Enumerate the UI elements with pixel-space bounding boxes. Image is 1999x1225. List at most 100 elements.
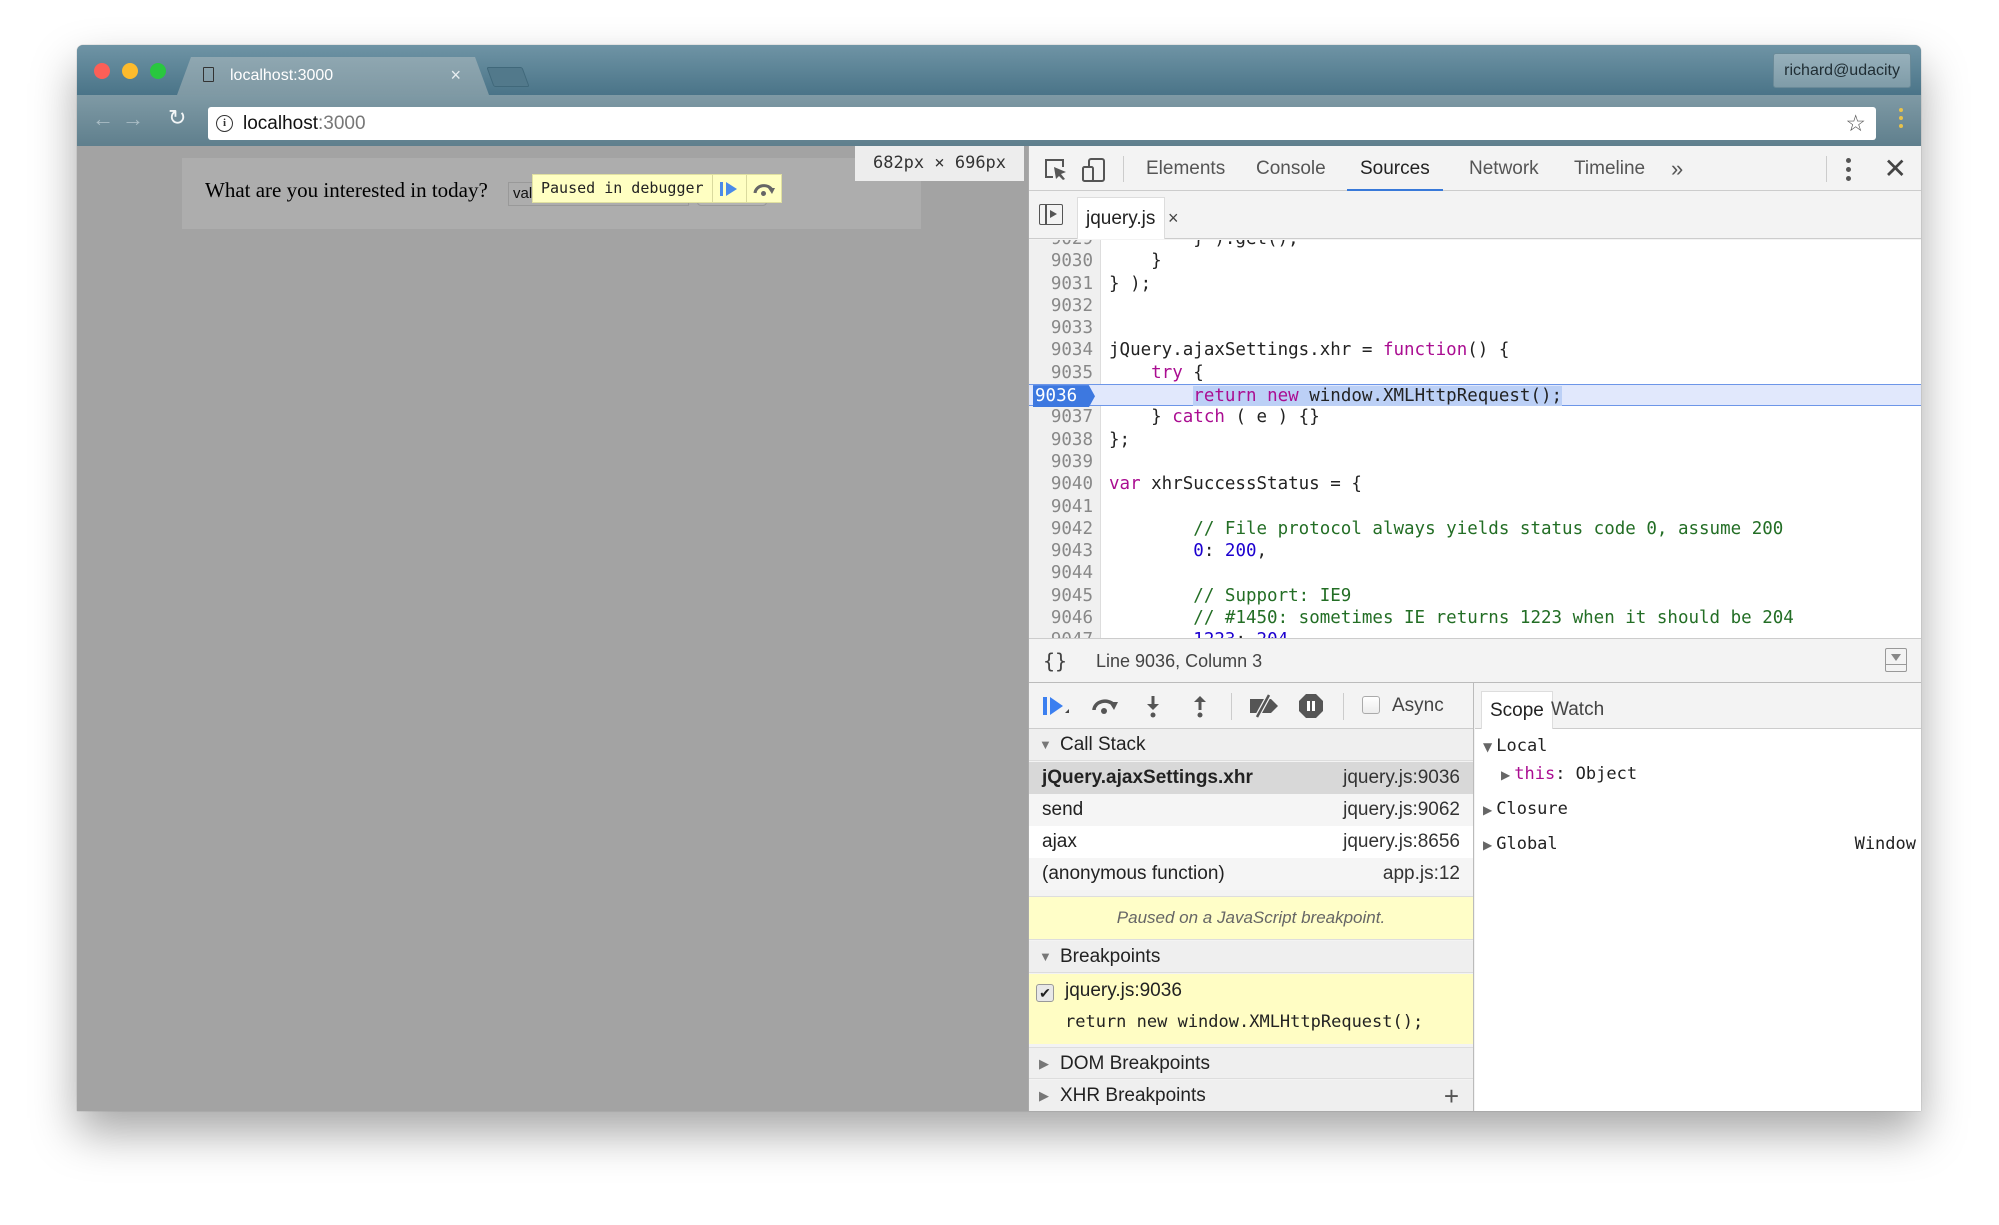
pause-on-exceptions-button[interactable] [1297,693,1325,719]
breakpoint-checkbox[interactable]: ✔ [1036,984,1054,1002]
line-number[interactable]: 9042 [1033,518,1093,540]
file-tab-close-icon[interactable]: × [1168,208,1179,229]
browser-tab[interactable]: localhost:3000 × [177,57,489,95]
more-tabs-icon[interactable]: » [1671,146,1683,191]
code-line[interactable]: 9030 } [1029,250,1921,272]
code-line[interactable]: 9033 [1029,317,1921,339]
code-line[interactable]: 9035 try { [1029,362,1921,384]
inspect-element-icon[interactable] [1043,157,1069,186]
code-line[interactable]: 9043 0: 200, [1029,540,1921,562]
code-line[interactable]: 9046 // #1450: sometimes IE returns 1223… [1029,607,1921,629]
line-number[interactable]: 9029 [1033,240,1093,250]
deactivate-breakpoints-button[interactable] [1247,693,1281,719]
back-icon[interactable]: ← [92,106,114,132]
browser-menu-icon[interactable] [1899,108,1903,132]
toggle-navigator-icon[interactable] [1039,204,1063,225]
call-frame[interactable]: send jquery.js:9062 [1029,794,1473,826]
tab-sources[interactable]: Sources [1347,146,1443,192]
url-text[interactable]: localhost:3000 [243,113,366,135]
line-number[interactable]: 9033 [1033,317,1093,339]
code-line[interactable]: 9044 [1029,562,1921,584]
call-frame[interactable]: (anonymous function) app.js:12 [1029,858,1473,890]
execution-line[interactable]: 9036 return new window.XMLHttpRequest(); [1029,384,1921,408]
code-line[interactable]: 9038}; [1029,429,1921,451]
new-tab-button[interactable] [486,67,530,87]
line-number[interactable]: 9030 [1033,250,1093,272]
call-stack-header[interactable]: ▼ Call Stack [1029,729,1473,761]
info-icon[interactable]: i [216,115,233,132]
scope-global[interactable]: ▶ Global [1483,834,1558,854]
line-number[interactable]: 9045 [1033,585,1093,607]
line-number[interactable]: 9044 [1033,562,1093,584]
dom-breakpoints-header[interactable]: ▶ DOM Breakpoints [1029,1047,1473,1079]
scope-this[interactable]: ▶ this: Object [1501,764,1637,784]
line-number[interactable]: 9047 [1033,629,1093,638]
line-number[interactable]: 9034 [1033,339,1093,361]
bookmark-star-icon[interactable]: ☆ [1845,110,1866,137]
reload-icon[interactable]: ↻ [168,105,186,131]
breakpoints-header[interactable]: ▼ Breakpoints [1029,941,1473,973]
pretty-print-button[interactable]: {} [1043,649,1067,673]
scope-panel: Scope Watch ▼ Local ▶ this: Object ▶ Closur… [1475,683,1921,1111]
line-number[interactable]: 9032 [1033,295,1093,317]
breakpoint-marker[interactable]: 9036 [1033,385,1095,408]
call-frame[interactable]: ajax jquery.js:8656 [1029,826,1473,858]
line-number[interactable]: 9046 [1033,607,1093,629]
async-checkbox[interactable] [1362,696,1380,714]
call-frame-location[interactable]: jquery.js:8656 [1343,826,1460,858]
close-window-button[interactable] [94,63,110,79]
profile-button[interactable]: richard@udacity [1773,53,1911,88]
resume-button[interactable] [713,175,747,202]
call-frame-location[interactable]: jquery.js:9036 [1343,762,1460,794]
code-line[interactable]: 9031} ); [1029,273,1921,295]
code-line[interactable]: 9041 [1029,496,1921,518]
zoom-window-button[interactable] [150,63,166,79]
step-over-button[interactable] [747,175,781,202]
breakpoint-entry[interactable]: ✔ jquery.js:9036 return new window.XMLHt… [1029,974,1473,1044]
file-tab-jquery[interactable]: jquery.js × [1077,197,1179,239]
toggle-drawer-icon[interactable] [1885,648,1907,672]
code-line[interactable]: 9029 } ).get(); [1029,240,1921,250]
line-number[interactable]: 9031 [1033,273,1093,295]
line-number[interactable]: 9043 [1033,540,1093,562]
address-bar[interactable]: i localhost:3000 ☆ [208,107,1876,140]
code-line[interactable]: 9047 1223: 204 [1029,629,1921,638]
call-frame-location[interactable]: app.js:12 [1383,858,1460,890]
code-line[interactable]: 9034 jQuery.ajaxSettings.xhr = function()… [1029,339,1921,361]
step-out-button[interactable] [1190,693,1210,719]
call-frame-location[interactable]: jquery.js:9062 [1343,794,1460,826]
pause-on-exceptions-icon [1299,694,1323,718]
add-xhr-breakpoint-icon[interactable]: + [1444,1080,1459,1111]
devtools-close-icon[interactable]: ✕ [1884,152,1907,185]
minimize-window-button[interactable] [122,63,138,79]
resume-button[interactable] [1041,693,1071,719]
code-line[interactable]: 9045 // Support: IE9 [1029,585,1921,607]
tab-network[interactable]: Network [1469,146,1539,191]
tab-console[interactable]: Console [1256,146,1326,191]
code-line[interactable]: 9037 } catch ( e ) {} [1029,406,1921,428]
line-number[interactable]: 9035 [1033,362,1093,384]
code-line[interactable]: 9032 [1029,295,1921,317]
step-into-button[interactable] [1143,693,1163,719]
tab-elements[interactable]: Elements [1146,146,1225,191]
line-number[interactable]: 9040 [1033,473,1093,495]
tab-close-icon[interactable]: × [450,65,461,86]
code-editor[interactable]: 9029 } ).get();9030 }9031} );90329033903… [1029,240,1921,638]
line-number[interactable]: 9041 [1033,496,1093,518]
line-number[interactable]: 9038 [1033,429,1093,451]
scope-local[interactable]: ▼ Local [1483,736,1547,756]
code-line[interactable]: 9039 [1029,451,1921,473]
scope-closure[interactable]: ▶ Closure [1483,799,1568,819]
call-frame[interactable]: jQuery.ajaxSettings.xhr jquery.js:9036 [1029,762,1473,794]
line-number[interactable]: 9039 [1033,451,1093,473]
code-line[interactable]: 9042 // File protocol always yields stat… [1029,518,1921,540]
devtools-menu-icon[interactable] [1846,158,1851,185]
xhr-breakpoints-header[interactable]: ▶ XHR Breakpoints + [1029,1080,1473,1111]
forward-icon[interactable]: → [122,106,144,132]
tab-watch[interactable]: Watch [1543,691,1612,729]
step-over-button[interactable] [1089,693,1121,719]
tab-timeline[interactable]: Timeline [1574,146,1645,191]
code-line[interactable]: 9040 var xhrSuccessStatus = { [1029,473,1921,495]
line-number[interactable]: 9037 [1033,406,1093,428]
device-toolbar-icon[interactable] [1081,157,1107,188]
